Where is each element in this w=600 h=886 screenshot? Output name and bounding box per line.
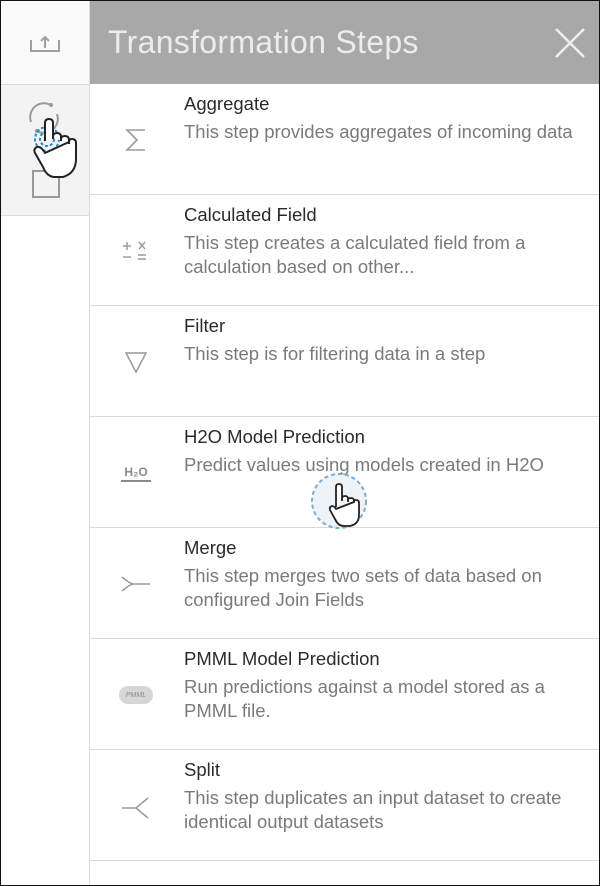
step-item-pmml-model-prediction[interactable]: PMML PMML Model Prediction Run predictio… — [90, 639, 599, 750]
transformation-steps-panel: Transformation Steps Aggregate This step… — [90, 1, 599, 885]
export-icon — [30, 35, 60, 52]
step-description: Predict values using models created in H… — [184, 454, 544, 475]
step-name: Merge — [184, 537, 237, 558]
step-description: This step creates a calculated field fro… — [184, 232, 526, 277]
panel-header: Transformation Steps — [90, 1, 599, 84]
h2o-icon: H₂O — [118, 457, 154, 489]
step-name: H2O Model Prediction — [184, 426, 365, 447]
export-button[interactable] — [1, 1, 89, 85]
transformation-steps-button[interactable] — [1, 85, 89, 216]
step-item-filter[interactable]: Filter This step is for filtering data i… — [90, 306, 599, 417]
step-item-split[interactable]: Split This step duplicates an input data… — [90, 750, 599, 861]
step-description: This step provides aggregates of incomin… — [184, 121, 573, 142]
step-item-aggregate[interactable]: Aggregate This step provides aggregates … — [90, 84, 599, 195]
app-frame: Transformation Steps Aggregate This step… — [0, 0, 600, 886]
step-name: Aggregate — [184, 93, 270, 114]
step-description: This step is for filtering data in a ste… — [184, 343, 486, 364]
step-description: This step duplicates an input dataset to… — [184, 787, 562, 832]
calculator-symbols-icon — [118, 235, 154, 267]
step-name: Calculated Field — [184, 204, 317, 225]
step-name: Split — [184, 759, 220, 780]
funnel-icon — [118, 346, 154, 378]
split-icon — [118, 790, 154, 822]
close-icon[interactable] — [550, 23, 590, 63]
merge-icon — [118, 568, 154, 600]
step-description: Run predictions against a model stored a… — [184, 676, 545, 721]
pmml-icon: PMML — [118, 679, 154, 711]
steps-list: Aggregate This step provides aggregates … — [90, 84, 599, 861]
step-description: This step merges two sets of data based … — [184, 565, 542, 610]
left-toolbar — [1, 1, 90, 885]
refresh-cycle-icon — [29, 102, 59, 134]
sigma-icon — [118, 124, 154, 156]
step-name: Filter — [184, 315, 226, 336]
step-item-h2o-model-prediction[interactable]: H₂O H2O Model Prediction Predict values … — [90, 417, 599, 528]
panel-title: Transformation Steps — [108, 24, 419, 60]
h2o-icon-label: H₂O — [124, 464, 148, 479]
step-item-merge[interactable]: Merge This step merges two sets of data … — [90, 528, 599, 639]
grid-icon — [32, 170, 60, 198]
step-item-calculated-field[interactable]: Calculated Field This step creates a cal… — [90, 195, 599, 306]
step-name: PMML Model Prediction — [184, 648, 380, 669]
pmml-icon-label: PMML — [125, 691, 147, 699]
